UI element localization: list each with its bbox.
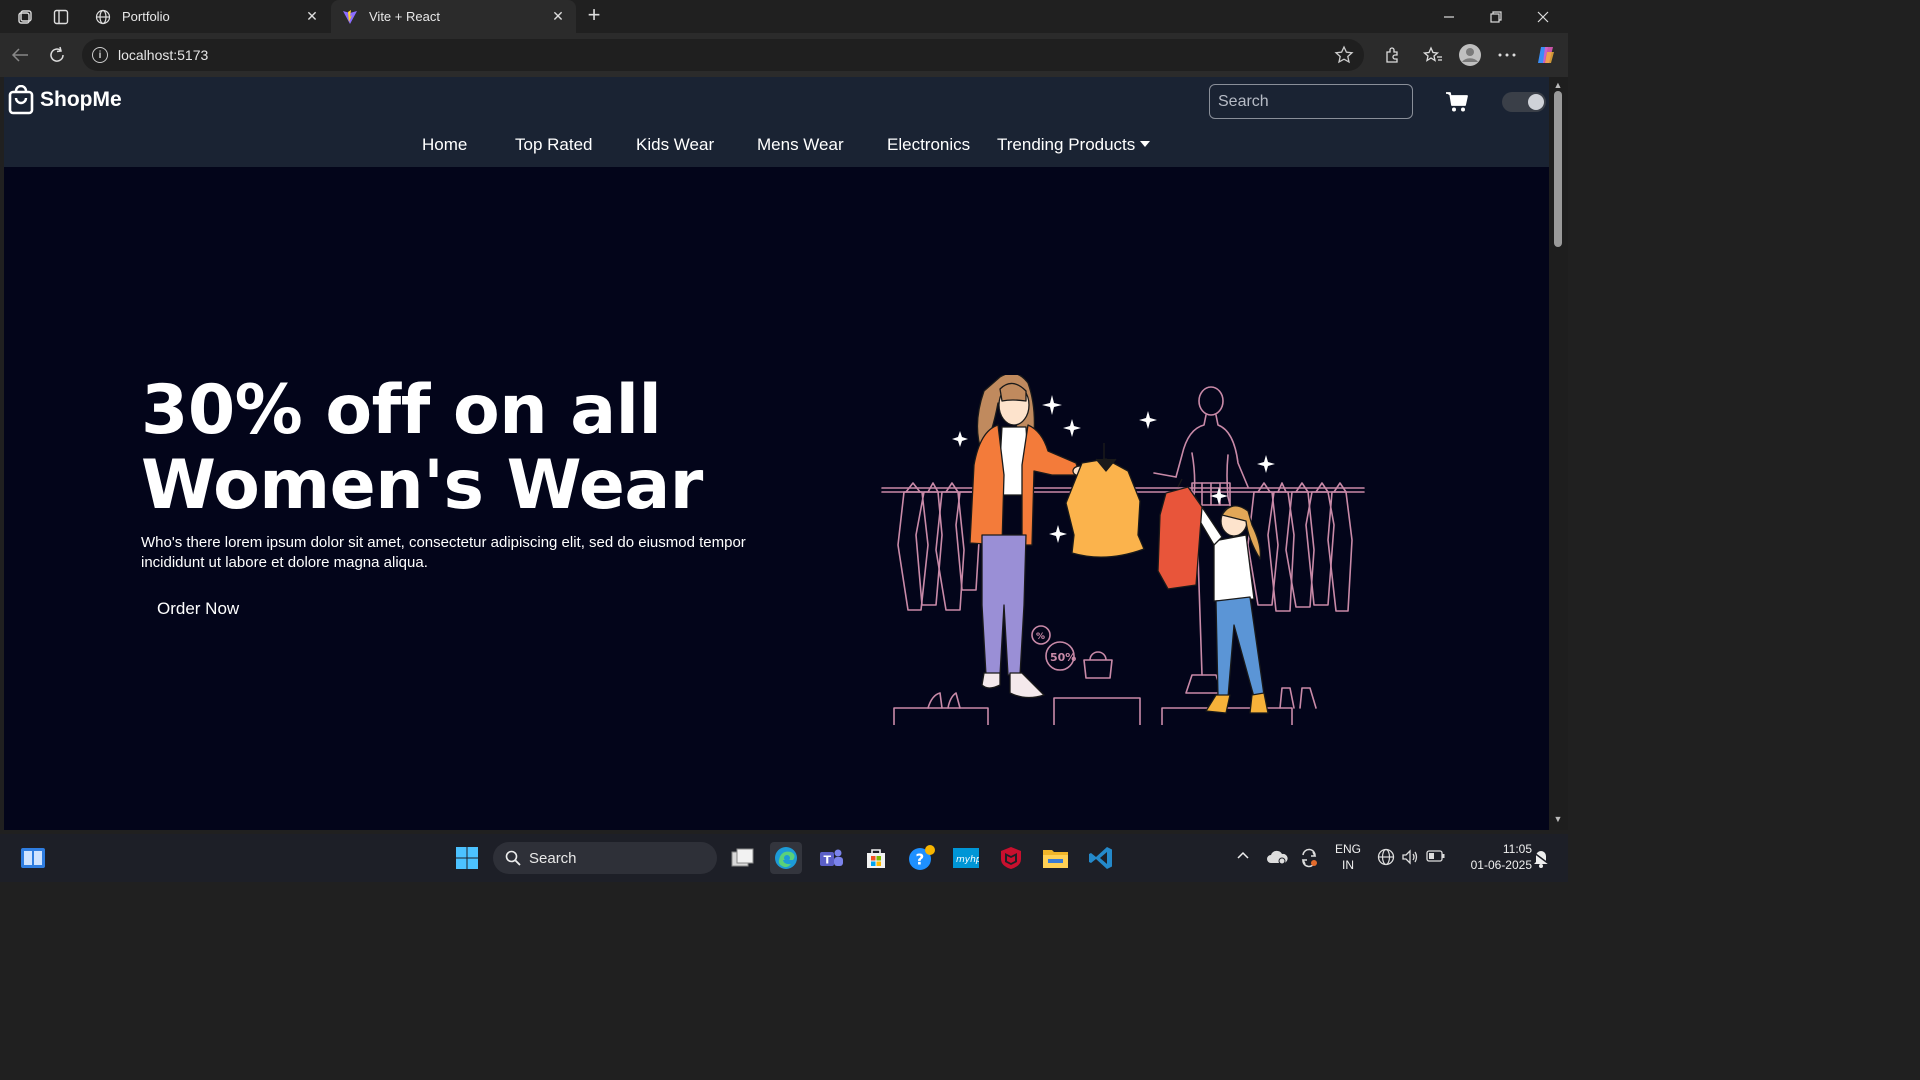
menu-item-mens-wear[interactable]: Mens Wear: [757, 135, 844, 155]
taskbar-search-label: Search: [529, 849, 577, 867]
more-options-icon[interactable]: [1495, 43, 1519, 67]
restore-button[interactable]: [1473, 0, 1519, 33]
shopping-illustration: 50% %: [881, 375, 1365, 725]
browser-tab-bar: Portfolio ✕ Vite + React ✕ +: [0, 0, 1568, 33]
toggle-knob: [1528, 94, 1544, 110]
tab-vite-react[interactable]: Vite + React ✕: [331, 0, 576, 33]
sale-tag-50: 50%: [1050, 651, 1076, 664]
address-url: localhost:5173: [118, 47, 209, 63]
task-view-icon[interactable]: [727, 842, 759, 874]
sale-tag-percent: %: [1036, 632, 1045, 642]
microsoft-store-icon[interactable]: [860, 842, 892, 874]
refresh-icon[interactable]: [45, 43, 69, 67]
svg-text:T: T: [824, 854, 832, 867]
page-viewport: ShopMe Home Top Rated Kids Wear Mens Wea…: [4, 77, 1549, 830]
taskbar-search[interactable]: Search: [493, 842, 717, 874]
site-header: ShopMe Home Top Rated Kids Wear Mens Wea…: [4, 77, 1549, 167]
menu-item-trending-products[interactable]: Trending Products: [997, 135, 1151, 155]
teams-icon[interactable]: T: [815, 842, 847, 874]
edge-browser-icon[interactable]: [770, 842, 802, 874]
shopping-cart-icon[interactable]: [1445, 91, 1469, 113]
new-tab-button[interactable]: +: [582, 4, 606, 28]
address-bar[interactable]: i localhost:5173: [82, 39, 1364, 71]
extensions-icon[interactable]: [1380, 43, 1404, 67]
vscode-icon[interactable]: [1085, 842, 1117, 874]
show-hidden-icons-icon[interactable]: [1236, 848, 1250, 863]
globe-icon: [94, 8, 112, 26]
shopping-bag-icon: [8, 85, 34, 115]
search-icon: [505, 850, 521, 866]
hero-description: Who's there lorem ipsum dolor sit amet, …: [141, 534, 746, 571]
scroll-up-arrow-icon[interactable]: ▲: [1553, 80, 1563, 90]
start-windows-icon[interactable]: [451, 842, 483, 874]
vertical-tabs-icon[interactable]: [50, 6, 72, 28]
battery-icon[interactable]: [1426, 849, 1446, 866]
vite-logo-icon: [341, 8, 359, 26]
hero-title-line1: 30% off on all: [141, 371, 662, 450]
menu-item-electronics[interactable]: Electronics: [887, 135, 970, 155]
order-now-button[interactable]: Order Now: [157, 599, 239, 619]
close-tab-icon[interactable]: ✕: [304, 8, 320, 25]
sync-icon[interactable]: [1299, 848, 1319, 871]
widgets-icon[interactable]: [17, 842, 49, 874]
main-menu: Home Top Rated Kids Wear Mens Wear Elect…: [4, 135, 1549, 161]
tab-title: Portfolio: [122, 9, 170, 24]
mcafee-icon[interactable]: [995, 842, 1027, 874]
hero-title-line2: Women's Wear: [141, 446, 703, 525]
back-arrow-icon[interactable]: [8, 43, 32, 67]
onedrive-icon[interactable]: [1266, 849, 1288, 868]
theme-toggle[interactable]: [1502, 92, 1546, 112]
copilot-icon[interactable]: [1534, 43, 1558, 67]
profile-avatar-icon[interactable]: [1458, 43, 1482, 67]
workspaces-icon[interactable]: [14, 6, 36, 28]
region-code: IN: [1342, 858, 1354, 872]
svg-text:?: ?: [916, 851, 925, 869]
favorite-star-icon[interactable]: [1334, 45, 1354, 65]
menu-item-home[interactable]: Home: [422, 135, 467, 155]
scroll-down-arrow-icon[interactable]: ▼: [1553, 814, 1563, 824]
volume-icon[interactable]: [1401, 848, 1419, 869]
clock-date: 01-06-2025: [1470, 858, 1532, 872]
notification-bell-icon[interactable]: [1532, 848, 1550, 871]
os-taskbar: Search T ? myhp ENG IN 11:05 01-06-2025: [0, 834, 1568, 882]
menu-item-label: Trending Products: [997, 135, 1136, 154]
favorites-icon[interactable]: [1421, 43, 1445, 67]
page-scrollbar[interactable]: ▲ ▼: [1549, 77, 1568, 830]
browser-toolbar: i localhost:5173: [0, 33, 1568, 77]
close-tab-icon[interactable]: ✕: [550, 8, 566, 25]
language-code: ENG: [1334, 842, 1361, 856]
brand-name: ShopMe: [40, 88, 122, 111]
site-info-icon[interactable]: i: [92, 47, 108, 63]
scrollbar-thumb[interactable]: [1554, 91, 1562, 247]
language-indicator[interactable]: ENG IN: [1333, 841, 1363, 873]
file-explorer-icon[interactable]: [1040, 842, 1072, 874]
minimize-button[interactable]: [1426, 0, 1472, 33]
myhp-icon[interactable]: myhp: [950, 842, 982, 874]
brand-logo[interactable]: ShopMe: [8, 85, 122, 115]
get-help-icon[interactable]: ?: [905, 842, 937, 874]
svg-text:myhp: myhp: [956, 855, 979, 865]
system-clock[interactable]: 11:05 01-06-2025: [1452, 841, 1532, 873]
close-window-button[interactable]: [1520, 0, 1566, 33]
clock-time: 11:05: [1502, 842, 1532, 856]
menu-item-top-rated[interactable]: Top Rated: [515, 135, 593, 155]
site-search-input[interactable]: [1209, 84, 1413, 119]
tab-title: Vite + React: [369, 9, 440, 24]
network-globe-icon[interactable]: [1377, 848, 1395, 869]
caret-down-icon: [1140, 140, 1151, 147]
hero-title: 30% off on all Women's Wear: [141, 373, 781, 523]
tab-portfolio[interactable]: Portfolio ✕: [84, 0, 330, 33]
menu-item-kids-wear[interactable]: Kids Wear: [636, 135, 714, 155]
